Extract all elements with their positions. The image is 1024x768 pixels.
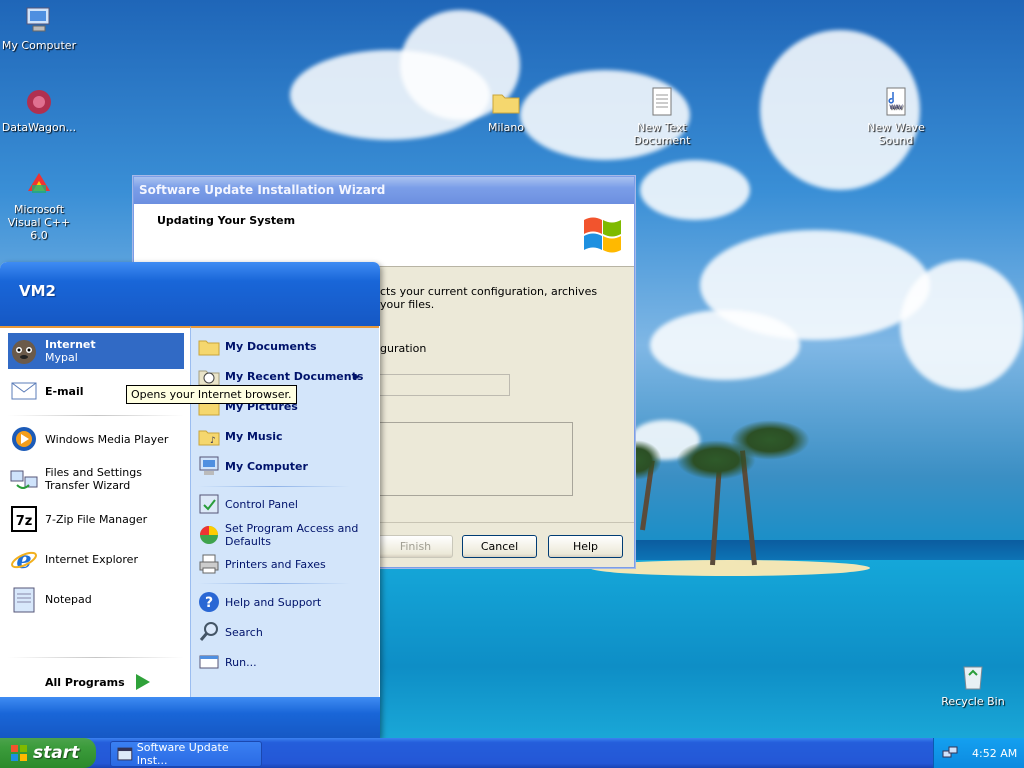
svg-text:?: ?: [205, 595, 213, 611]
wizard-header: Updating Your System: [134, 204, 634, 267]
desktop-icon-new-wave-sound[interactable]: WAV New Wave Sound: [857, 86, 935, 147]
mypal-icon: [8, 335, 40, 367]
tooltip: Opens your Internet browser.: [126, 385, 297, 404]
email-icon: [8, 375, 40, 407]
svg-text:♪: ♪: [210, 436, 216, 446]
system-tray: 4:52 AM: [933, 738, 1024, 768]
recycle-bin-icon: [957, 660, 989, 692]
wave-sound-icon: WAV: [880, 86, 912, 118]
help-icon: ?: [198, 591, 220, 613]
start-item-title: Internet: [45, 338, 96, 351]
wizard-app-icon: [117, 747, 133, 761]
wizard-progress-field: [374, 374, 510, 396]
taskbar: start Software Update Inst... 4:52 AM: [0, 738, 1024, 768]
start-item-subtitle: Mypal: [45, 351, 78, 364]
start-search[interactable]: Search: [198, 620, 370, 644]
start-item-7zip[interactable]: 7z 7-Zip File Manager: [8, 503, 184, 535]
start-place-my-documents[interactable]: My Documents: [198, 334, 370, 358]
start-help-support[interactable]: ? Help and Support: [198, 590, 370, 614]
wizard-details-box: [374, 422, 573, 496]
recent-documents-icon: [198, 365, 220, 387]
help-button[interactable]: Help: [548, 535, 623, 558]
start-button[interactable]: start: [0, 738, 96, 768]
start-system-program-access[interactable]: Set Program Access and Defaults: [198, 521, 370, 549]
start-item-transfer-wizard[interactable]: Files and Settings Transfer Wizard: [8, 462, 184, 496]
start-place-my-computer[interactable]: My Computer: [198, 454, 370, 478]
windows-logo-icon: [584, 217, 621, 253]
text-document-icon: [646, 86, 678, 118]
submenu-arrow-icon: ▶: [353, 371, 360, 381]
svg-text:WAV: WAV: [889, 104, 903, 111]
desktop-icon-milano[interactable]: Milano: [467, 86, 545, 134]
7zip-icon: 7z: [8, 503, 40, 535]
desktop-icon-visual-cpp[interactable]: Microsoft Visual C++ 6.0: [0, 168, 78, 242]
datawagon-icon: [23, 86, 55, 118]
finish-button[interactable]: Finish: [378, 535, 453, 558]
network-icon[interactable]: [942, 745, 958, 761]
window-title[interactable]: Software Update Installation Wizard: [134, 177, 634, 204]
visual-cpp-icon: [23, 168, 55, 200]
start-system-control-panel[interactable]: Control Panel: [198, 492, 370, 516]
my-computer-icon: [23, 4, 55, 36]
arrow-right-icon: [135, 674, 150, 690]
desktop-icon-my-computer[interactable]: My Computer: [0, 4, 78, 52]
svg-text:e: e: [16, 545, 31, 573]
start-item-title: E-mail: [45, 384, 84, 398]
all-programs-button[interactable]: All Programs: [45, 673, 151, 691]
start-item-media-player[interactable]: Windows Media Player: [8, 423, 184, 455]
transfer-wizard-icon: [8, 463, 40, 495]
desktop-icon-new-text-document[interactable]: New Text Document: [623, 86, 701, 147]
control-panel-icon: [198, 493, 220, 515]
start-system-printers[interactable]: Printers and Faxes: [198, 552, 370, 576]
cancel-button[interactable]: Cancel: [462, 535, 537, 558]
my-computer-icon: [198, 455, 220, 477]
start-menu-footer: [0, 697, 380, 738]
svg-text:7z: 7z: [16, 514, 33, 529]
wizard-option-label: guration: [380, 342, 427, 355]
wizard-body-line: your files.: [380, 298, 435, 311]
program-access-icon: [198, 524, 220, 546]
search-icon: [198, 621, 220, 643]
start-item-notepad[interactable]: Notepad: [8, 583, 184, 615]
desktop-icon-datawagon[interactable]: DataWagon...: [0, 86, 78, 134]
ie-icon: e: [8, 543, 40, 575]
printer-icon: [198, 553, 220, 575]
run-icon: [198, 651, 220, 673]
start-place-my-music[interactable]: ♪ My Music: [198, 424, 370, 448]
my-music-icon: ♪: [198, 425, 220, 447]
start-run[interactable]: Run...: [198, 650, 370, 674]
start-item-internet-explorer[interactable]: e Internet Explorer: [8, 543, 184, 575]
user-name: VM2: [19, 282, 56, 300]
desktop-icon-recycle-bin[interactable]: Recycle Bin: [934, 660, 1012, 708]
clock[interactable]: 4:52 AM: [972, 747, 1017, 760]
my-documents-icon: [198, 335, 220, 357]
windows-flag-icon: [11, 745, 27, 761]
media-player-icon: [8, 423, 40, 455]
start-item-internet[interactable]: Internet Mypal: [8, 333, 184, 369]
wizard-heading: Updating Your System: [157, 214, 296, 227]
start-menu-header: VM2: [0, 262, 380, 326]
wizard-body-line: cts your current configuration, archives: [380, 285, 598, 298]
folder-icon: [490, 86, 522, 118]
notepad-icon: [8, 583, 40, 615]
taskbar-item-software-update[interactable]: Software Update Inst...: [110, 741, 262, 767]
